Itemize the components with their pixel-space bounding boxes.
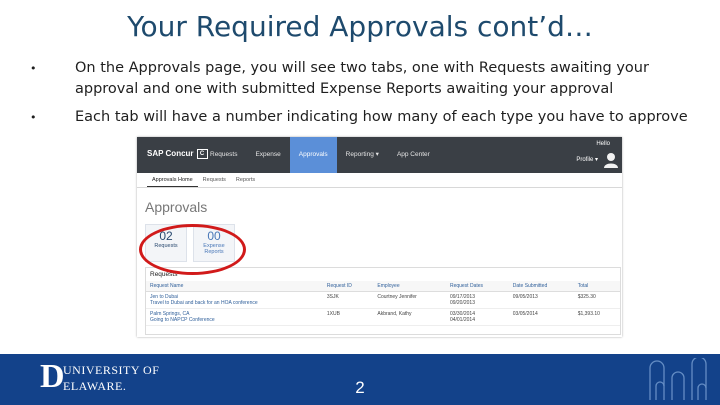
requests-count: 02 (159, 229, 173, 243)
column-header[interactable]: Request Name (146, 281, 323, 292)
profile-menu[interactable]: Profile ▾ (576, 156, 598, 163)
nav-approvals[interactable]: Approvals (289, 137, 337, 173)
bullet-text: On the Approvals page, you will see two … (75, 60, 649, 97)
logo-initial: D (40, 358, 65, 395)
brand-logo[interactable]: SAP Concur C (147, 149, 208, 159)
user-avatar-icon[interactable] (604, 152, 618, 168)
requests-panel: Requests Request Name Request ID Employe… (145, 267, 621, 335)
slide-footer: D UNIVERSITY OF ELAWARE. 2 (0, 354, 720, 405)
column-header[interactable]: Request ID (322, 281, 374, 292)
cell-total: $325.30 (573, 291, 620, 309)
nav-reporting[interactable]: Reporting ▾ (337, 137, 388, 173)
logo-text-bottom: ELAWARE. (63, 379, 127, 393)
app-screenshot: SAP Concur C Requests Expense Approvals R… (137, 137, 622, 337)
cell-request-dates: 09/17/2013 09/20/2013 (445, 291, 509, 309)
brand-name: SAP Concur (147, 149, 194, 159)
nav-expense[interactable]: Expense (246, 137, 289, 173)
cell-date-submitted: 03/05/2014 (508, 308, 574, 326)
bullet-marker: • (30, 62, 37, 75)
column-header[interactable]: Employee (373, 281, 446, 292)
cell-request-id: 1XUB (322, 308, 374, 326)
app-topbar: SAP Concur C Requests Expense Approvals R… (137, 137, 622, 173)
logo-text-top: UNIVERSITY OF (63, 363, 160, 377)
cell-request-name[interactable]: Jen to Dubai Travel to Dubai and back fo… (146, 291, 323, 309)
greeting: Hello (596, 141, 610, 147)
page-heading: Approvals (145, 199, 208, 215)
requests-table: Request Name Request ID Employee Request… (146, 281, 620, 326)
column-header[interactable]: Total (573, 281, 620, 292)
requests-panel-title: Requests (150, 271, 178, 278)
requests-tile-label: Requests (154, 243, 178, 249)
slide-title: Your Required Approvals cont’d… (127, 10, 593, 43)
cell-date-submitted: 09/05/2013 (508, 291, 574, 309)
bullet-marker: • (30, 111, 37, 124)
cell-request-dates: 03/30/2014 04/01/2014 (445, 308, 509, 326)
cell-request-id: 3SJK (322, 291, 374, 309)
column-header[interactable]: Request Dates (445, 281, 509, 292)
nav-requests[interactable]: Requests (201, 137, 246, 173)
table-row[interactable]: Palm Springs, CA Going to NAPCP Conferen… (146, 308, 620, 326)
bullet-item: • Each tab will have a number indicating… (28, 107, 698, 128)
page-number: 2 (355, 378, 365, 397)
bullet-list: • On the Approvals page, you will see tw… (28, 58, 698, 135)
cell-request-name[interactable]: Palm Springs, CA Going to NAPCP Conferen… (146, 308, 323, 326)
subnav-reports[interactable]: Reports (231, 173, 260, 187)
table-row[interactable]: Jen to Dubai Travel to Dubai and back fo… (146, 291, 620, 309)
bullet-item: • On the Approvals page, you will see tw… (28, 58, 698, 100)
expense-reports-tile[interactable]: 00 Expense Reports (193, 224, 235, 262)
main-nav: Requests Expense Approvals Reporting ▾ A… (201, 137, 439, 173)
cell-employee: Akbrand, Kathy (373, 308, 446, 326)
bullet-text: Each tab will have a number indicating h… (75, 109, 688, 125)
cell-employee: Courtney Jennifer (373, 291, 446, 309)
column-header[interactable]: Date Submitted (508, 281, 574, 292)
subnav-requests[interactable]: Requests (198, 173, 231, 187)
subnav-approvals-home[interactable]: Approvals Home (147, 173, 198, 187)
table-header-row: Request Name Request ID Employee Request… (146, 281, 620, 292)
expense-reports-count: 00 (207, 229, 221, 243)
cell-total: $1,393.10 (573, 308, 620, 326)
expense-reports-tile-label: Expense Reports (203, 243, 225, 255)
sub-nav: Approvals Home Requests Reports (137, 173, 622, 188)
nav-app-center[interactable]: App Center (388, 137, 439, 173)
decorative-pattern-icon (649, 358, 707, 400)
requests-tile[interactable]: 02 Requests (145, 224, 187, 262)
